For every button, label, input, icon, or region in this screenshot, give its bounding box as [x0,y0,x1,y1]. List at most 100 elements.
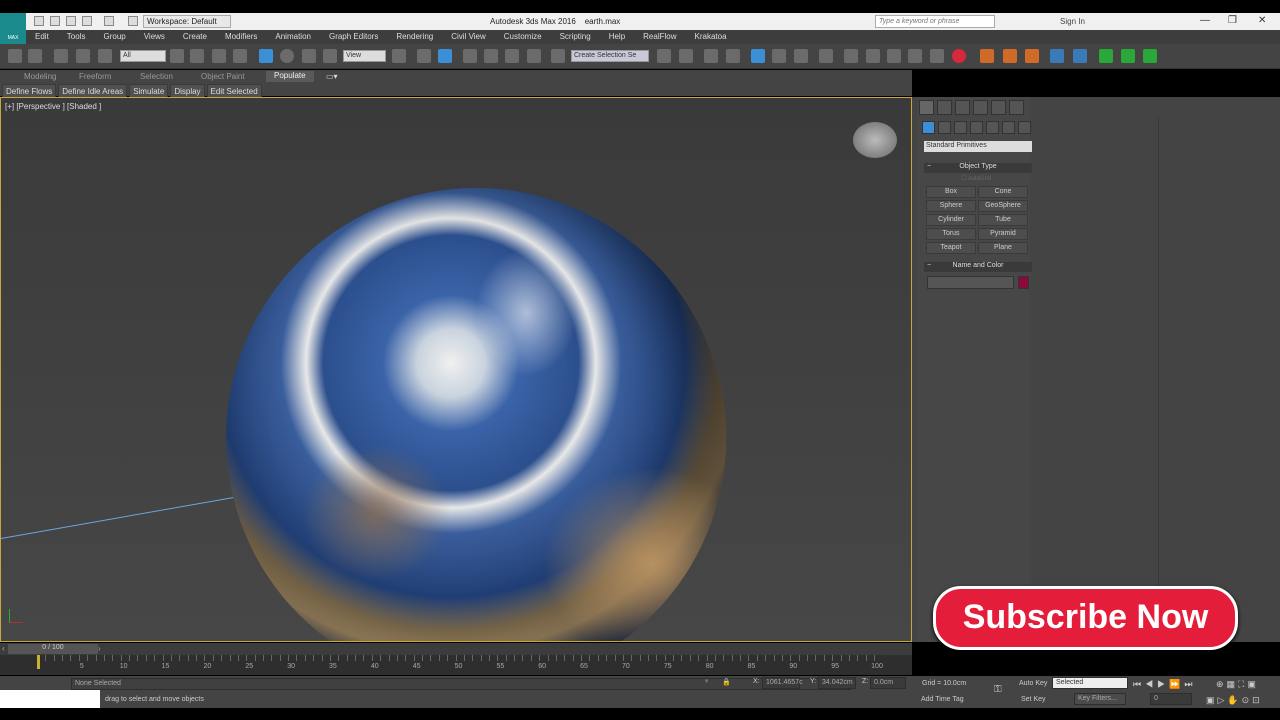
cone-button[interactable]: Cone [978,186,1028,198]
subscribe-now-button[interactable]: Subscribe Now [933,586,1238,650]
menu-rendering[interactable]: Rendering [387,30,442,44]
green-tool-3-icon[interactable] [1143,49,1157,63]
redo-icon[interactable] [104,16,114,26]
place-icon[interactable] [323,49,337,63]
pivot-center-icon[interactable] [392,49,406,63]
ribbon-options-icon[interactable]: ▭▾ [326,72,338,81]
ribbon-toggle-icon[interactable] [751,49,765,63]
torus-button[interactable]: Torus [926,228,976,240]
select-object-icon[interactable] [170,49,184,63]
key-filters-button[interactable]: Key Filters... [1074,693,1126,705]
modify-tab-icon[interactable] [937,100,952,115]
menu-views[interactable]: Views [135,30,174,44]
realflow-object-icon[interactable] [1025,49,1039,63]
cylinder-button[interactable]: Cylinder [926,214,976,226]
create-tab-icon[interactable] [919,100,934,115]
menu-edit[interactable]: Edit [26,30,58,44]
y-coordinate-field[interactable]: 34.042cm [818,677,856,689]
box-button[interactable]: Box [926,186,976,198]
workspace-dropdown[interactable]: Workspace: Default [143,15,231,28]
perspective-viewport[interactable]: [+] [Perspective ] [Shaded ] [0,97,912,642]
name-and-color-rollout[interactable]: − Name and Color [924,262,1032,272]
snaps-toggle-icon[interactable] [463,49,477,63]
undo-icon[interactable] [8,49,22,63]
krakatoa-prt-icon[interactable] [1073,49,1087,63]
minimize-button[interactable]: — [1200,15,1210,26]
window-crossing-icon[interactable] [233,49,247,63]
selection-lock-icon[interactable]: 🔒 [722,678,731,686]
selection-filter-dropdown[interactable]: All [120,50,166,62]
pyramid-button[interactable]: Pyramid [978,228,1028,240]
systems-icon[interactable] [1018,121,1031,134]
redo-icon[interactable] [28,49,42,63]
rectangle-selection-icon[interactable] [212,49,226,63]
viewport-nav-icons-2[interactable]: ▣▷✋⊙⊡ [1206,695,1263,706]
krakatoa-particles-icon[interactable] [1050,49,1064,63]
key-mode-dropdown[interactable]: Selected [1052,677,1128,689]
tube-button[interactable]: Tube [978,214,1028,226]
select-and-move-icon[interactable] [259,49,273,63]
menu-graph-editors[interactable]: Graph Editors [320,30,387,44]
bind-space-warp-icon[interactable] [98,49,112,63]
align-icon[interactable] [679,49,693,63]
object-type-rollout[interactable]: − Object Type [924,163,1032,173]
space-warps-icon[interactable] [1002,121,1015,134]
layer-explorer-icon[interactable] [704,49,718,63]
set-key-icon[interactable]: ⚿ [994,684,1002,695]
scene-explorer-icon[interactable] [726,49,740,63]
track-bar[interactable]: 5 10 15 20 25 30 35 40 45 50 55 60 65 70 75 80 85 90 95 100 [0,655,912,675]
help-search-input[interactable]: Type a keyword or phrase [875,15,995,28]
playback-controls-icon[interactable]: ⏮◀▶⏩⏭ [1133,679,1196,690]
z-coordinate-field[interactable]: 0.0cm [870,677,906,689]
named-selection-dropdown[interactable]: Create Selection Se [571,50,649,62]
save-icon[interactable] [66,16,76,26]
rendered-frame-window-icon[interactable] [866,49,880,63]
tab-populate[interactable]: Populate [266,71,314,82]
menu-animation[interactable]: Animation [266,30,320,44]
menu-create[interactable]: Create [174,30,216,44]
prev-frame-icon[interactable]: ‹ [2,644,5,653]
menu-tools[interactable]: Tools [58,30,95,44]
viewport-label[interactable]: [+] [Perspective ] [Shaded ] [5,102,101,111]
menu-customize[interactable]: Customize [495,30,551,44]
menu-civil-view[interactable]: Civil View [442,30,495,44]
realflow-emitter-icon[interactable] [980,49,994,63]
render-iterative-icon[interactable] [908,49,922,63]
geosphere-button[interactable]: GeoSphere [978,200,1028,212]
auto-key-button[interactable]: Auto Key [1019,680,1047,687]
green-tool-2-icon[interactable] [1121,49,1135,63]
tab-modeling[interactable]: Modeling [24,72,56,81]
shapes-icon[interactable] [938,121,951,134]
schematic-view-icon[interactable] [794,49,808,63]
sign-in-link[interactable]: Sign In [1060,17,1085,26]
reference-coordinate-dropdown[interactable]: View [343,50,386,62]
menu-help[interactable]: Help [600,30,634,44]
next-frame-icon[interactable]: › [98,644,101,653]
add-time-tag[interactable]: Add Time Tag [921,696,964,703]
percent-snap-icon[interactable] [505,49,519,63]
angle-snap-icon[interactable] [484,49,498,63]
cameras-icon[interactable] [970,121,983,134]
close-button[interactable]: ✕ [1258,15,1266,26]
menu-realflow[interactable]: RealFlow [634,30,685,44]
undo-icon[interactable] [82,16,92,26]
menu-scripting[interactable]: Scripting [551,30,600,44]
set-key-button[interactable]: Set Key [1021,696,1046,703]
x-coordinate-field[interactable]: 1061.4657c [762,677,803,689]
menu-group[interactable]: Group [94,30,134,44]
curve-editor-icon[interactable] [772,49,786,63]
plane-button[interactable]: Plane [978,242,1028,254]
green-tool-1-icon[interactable] [1099,49,1113,63]
edit-named-selection-icon[interactable] [551,49,565,63]
autogrid-checkbox[interactable]: ☐ AutoGrid [961,175,991,182]
lights-icon[interactable] [954,121,967,134]
geometry-icon[interactable] [922,121,935,134]
teapot-button[interactable]: Teapot [926,242,976,254]
tab-freeform[interactable]: Freeform [79,72,111,81]
select-and-scale-icon[interactable] [302,49,316,63]
object-name-input[interactable] [927,276,1014,289]
render-in-cloud-icon[interactable] [930,49,944,63]
project-folder-icon[interactable] [128,16,138,26]
select-and-rotate-icon[interactable] [280,49,294,63]
category-dropdown[interactable]: Standard Primitives [924,141,1032,152]
